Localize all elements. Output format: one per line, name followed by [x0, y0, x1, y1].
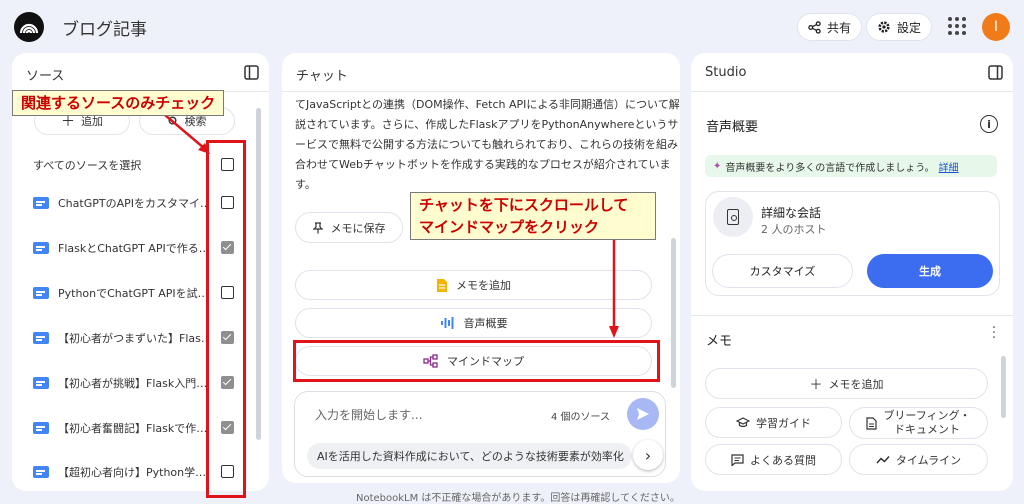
- chat-callout-line: マインドマップをクリック: [419, 218, 600, 236]
- annotation-arrows: [151, 103, 619, 338]
- chat-callout-line: チャットを下にスクロールして: [419, 196, 629, 214]
- sources-annotation-callout: 関連するソースのみチェック: [12, 90, 225, 116]
- chat-annotation-callout: チャットを下にスクロールして マインドマップをクリック: [410, 192, 656, 240]
